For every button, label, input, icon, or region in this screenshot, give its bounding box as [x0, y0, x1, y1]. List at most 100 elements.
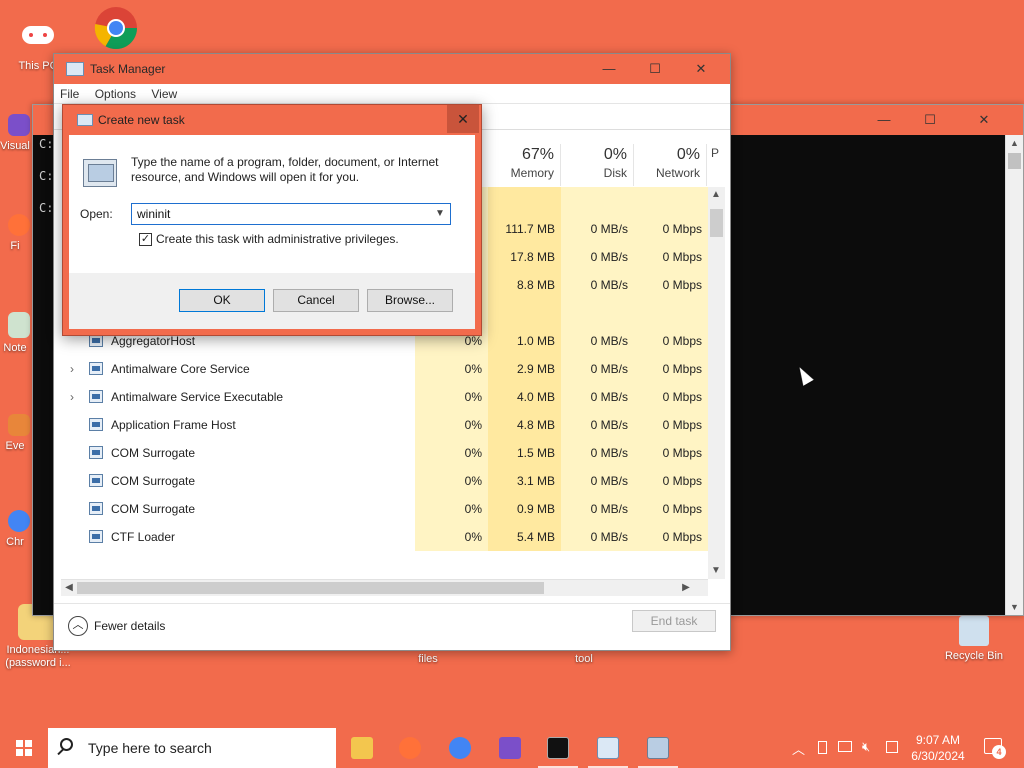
console-close-button[interactable]: ✕: [961, 105, 1007, 135]
cancel-button[interactable]: Cancel: [273, 289, 359, 312]
dialog-close-button[interactable]: ✕: [447, 105, 479, 133]
table-row[interactable]: 0% 2.9 MB 0 MB/s 0 Mbps › Antimalware Core Se…: [61, 355, 708, 383]
desktop-icon-recycle-bin[interactable]: Recycle Bin: [936, 616, 1012, 663]
desktop-icon-chrome[interactable]: [78, 6, 154, 54]
chevron-right-icon[interactable]: ›: [70, 355, 74, 383]
cell-mem: 111.7 MB: [488, 215, 561, 243]
taskbar-file-explorer[interactable]: [338, 728, 386, 768]
fewer-details-label: Fewer details: [94, 619, 166, 633]
everything-icon: [8, 414, 30, 436]
table-row[interactable]: 0% 4.0 MB 0 MB/s 0 Mbps › Antimalware Service…: [61, 383, 708, 411]
maximize-button[interactable]: ☐: [632, 54, 678, 84]
taskbar-search[interactable]: Type here to search: [48, 728, 336, 768]
column-header-power[interactable]: P: [707, 144, 725, 186]
menu-view[interactable]: View: [145, 84, 183, 101]
menu-file[interactable]: File: [54, 84, 85, 101]
cell-disk: 0 MB/s: [561, 243, 634, 271]
scroll-up-icon[interactable]: ▲: [708, 187, 724, 203]
cell-mem: 1.0 MB: [488, 327, 561, 355]
chevron-up-icon[interactable]: ︿: [792, 739, 805, 758]
notepad-icon: [8, 312, 30, 338]
taskbar-run-dialog[interactable]: [634, 728, 682, 768]
scroll-down-icon[interactable]: ▼: [708, 563, 724, 579]
taskbar-console[interactable]: [534, 728, 582, 768]
menu-options[interactable]: Options: [89, 84, 142, 101]
column-header-memory[interactable]: 67% Memory: [488, 144, 561, 186]
taskbar-firefox[interactable]: [386, 728, 434, 768]
column-header-network[interactable]: 0% Network: [634, 144, 707, 186]
ok-button[interactable]: OK: [179, 289, 265, 312]
task-manager-icon: [66, 62, 84, 76]
desktop-icon-label: Recycle Bin: [944, 650, 1004, 662]
browse-button[interactable]: Browse...: [367, 289, 453, 312]
checkbox-checked-icon[interactable]: ✓: [139, 232, 152, 246]
open-combobox[interactable]: wininit ▼: [131, 203, 451, 225]
cell-net: 0 Mbps: [634, 327, 708, 355]
console-body[interactable]: [731, 135, 1005, 615]
taskbar-clock[interactable]: 9:07 AM 6/30/2024: [900, 732, 976, 764]
speaker-mute-icon[interactable]: 🔇︎: [862, 739, 870, 755]
cell-cpu: 0%: [415, 523, 488, 551]
search-icon: [60, 738, 73, 751]
firefox-icon: [8, 214, 30, 236]
gamepad-icon: [16, 12, 60, 56]
clock-time: 9:07 AM: [915, 733, 961, 747]
create-new-task-dialog[interactable]: Create new task ✕ Type the name of a pro…: [62, 104, 482, 336]
table-row[interactable]: 0% 4.8 MB 0 MB/s 0 Mbps Application Frame Ho…: [61, 411, 708, 439]
chevron-right-icon[interactable]: ›: [70, 383, 74, 411]
fewer-details-button[interactable]: ︿ Fewer details: [68, 616, 165, 636]
start-button[interactable]: [0, 728, 48, 768]
console-body-left: C: C: C:: [33, 135, 55, 615]
process-list-hscroll[interactable]: ◀ ▶: [61, 579, 708, 596]
cell-disk: 0 MB/s: [561, 495, 634, 523]
keyboard-icon[interactable]: [886, 741, 898, 753]
vscroll-thumb[interactable]: [710, 209, 723, 237]
process-icon: [89, 446, 103, 459]
console-maximize-button[interactable]: ☐: [907, 105, 953, 135]
console-prompt: C:: [39, 169, 54, 183]
scroll-down-icon[interactable]: ▼: [1006, 599, 1023, 615]
network-icon[interactable]: [838, 741, 852, 752]
console-minimize-button[interactable]: —: [861, 105, 907, 135]
dialog-title: Create new task: [98, 113, 185, 127]
close-button[interactable]: ✕: [678, 54, 724, 84]
system-tray: ︿ 🔇︎: [790, 728, 900, 768]
process-name: Application Frame Host: [111, 418, 236, 432]
disk-label: Disk: [603, 166, 627, 180]
column-header-disk[interactable]: 0% Disk: [561, 144, 634, 186]
cell-net: 0 Mbps: [634, 439, 708, 467]
scroll-up-icon[interactable]: ▲: [1006, 135, 1023, 151]
taskbar-task-manager[interactable]: [584, 728, 632, 768]
taskbar-chrome[interactable]: [436, 728, 484, 768]
cell-mem: 8.8 MB: [488, 271, 561, 299]
table-row[interactable]: 0% 5.4 MB 0 MB/s 0 Mbps CTF Loader: [61, 523, 708, 551]
cell-net: 0 Mbps: [634, 411, 708, 439]
table-row[interactable]: 0% 0.9 MB 0 MB/s 0 Mbps COM Surrogate: [61, 495, 708, 523]
battery-icon[interactable]: [818, 741, 827, 754]
taskbar-visual-studio[interactable]: [486, 728, 534, 768]
console-scrollbar[interactable]: ▲ ▼: [1005, 135, 1023, 615]
process-name: CTF Loader: [111, 530, 176, 544]
process-icon: [89, 362, 103, 375]
minimize-button[interactable]: —: [586, 54, 632, 84]
process-icon: [89, 474, 103, 487]
console-scroll-thumb[interactable]: [1008, 153, 1021, 169]
desktop-icon-label: files: [418, 653, 438, 665]
cell-mem: 4.8 MB: [488, 411, 561, 439]
cell-disk: 0 MB/s: [561, 383, 634, 411]
task-manager-titlebar: Task Manager — ☐ ✕: [54, 54, 730, 84]
table-row[interactable]: 0% 3.1 MB 0 MB/s 0 Mbps COM Surrogate: [61, 467, 708, 495]
cell-net: 0 Mbps: [634, 523, 708, 551]
desktop-icon-label: tool: [575, 653, 593, 665]
hscroll-thumb[interactable]: [77, 582, 544, 594]
open-input-value[interactable]: wininit: [137, 207, 170, 221]
cell-mem: 4.0 MB: [488, 383, 561, 411]
scroll-right-icon[interactable]: ▶: [678, 580, 694, 596]
table-row[interactable]: 0% 1.5 MB 0 MB/s 0 Mbps COM Surrogate: [61, 439, 708, 467]
chevron-down-icon[interactable]: ▼: [432, 205, 448, 223]
scroll-left-icon[interactable]: ◀: [61, 580, 77, 596]
dialog-body: Type the name of a program, folder, docu…: [69, 135, 475, 273]
end-task-button[interactable]: End task: [632, 610, 716, 632]
admin-privileges-checkbox[interactable]: ✓ Create this task with administrative p…: [139, 232, 399, 246]
process-list-vscroll[interactable]: ▲ ▼: [708, 187, 725, 579]
